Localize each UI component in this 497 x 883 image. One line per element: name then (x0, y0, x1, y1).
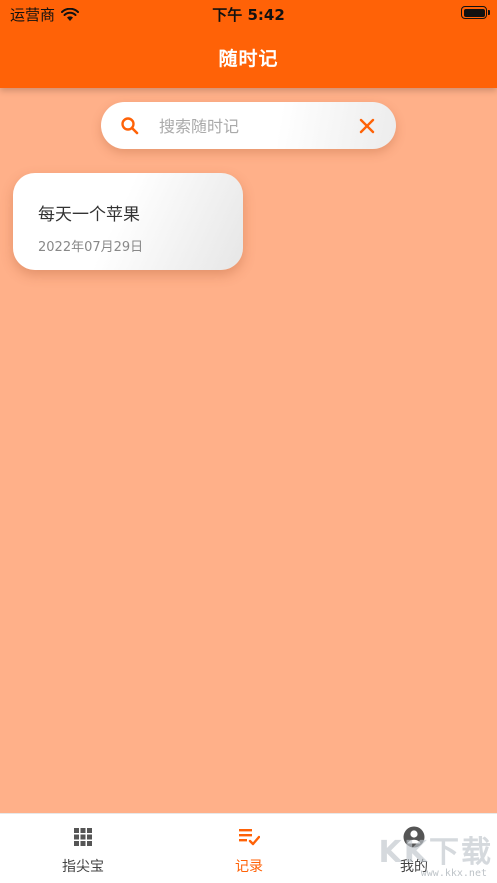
search-input[interactable] (159, 112, 339, 140)
clear-search-icon[interactable] (358, 117, 376, 135)
battery-icon (461, 6, 490, 19)
watermark-url: www.kkx.net (420, 868, 487, 879)
watermark-text: KK下载 (378, 835, 493, 870)
tab-bar: 指尖宝 记录 我的 KK下载 www.kkx.net (0, 813, 497, 883)
note-title: 每天一个苹果 (38, 205, 140, 225)
tab-records[interactable]: 记录 (166, 814, 332, 883)
search-icon (121, 117, 139, 135)
app-screen: 运营商 下午 5:42 随时记 每天一个苹果 2022年07月29日 (0, 0, 497, 883)
watermark-logo: KK下载 www.kkx.net (373, 819, 493, 879)
grid-icon (74, 828, 92, 846)
tab-label: 记录 (235, 859, 263, 875)
page-title: 随时记 (218, 48, 279, 70)
note-date: 2022年07月29日 (38, 240, 144, 255)
tab-zhijianbao[interactable]: 指尖宝 (0, 814, 166, 883)
status-time: 下午 5:42 (212, 6, 285, 24)
tab-label: 指尖宝 (62, 859, 104, 875)
status-bar: 运营商 下午 5:42 (0, 0, 497, 26)
checklist-icon (239, 829, 260, 846)
note-card[interactable]: 每天一个苹果 2022年07月29日 (13, 173, 243, 270)
search-bar (101, 102, 396, 149)
header: 运营商 下午 5:42 随时记 (0, 0, 497, 88)
